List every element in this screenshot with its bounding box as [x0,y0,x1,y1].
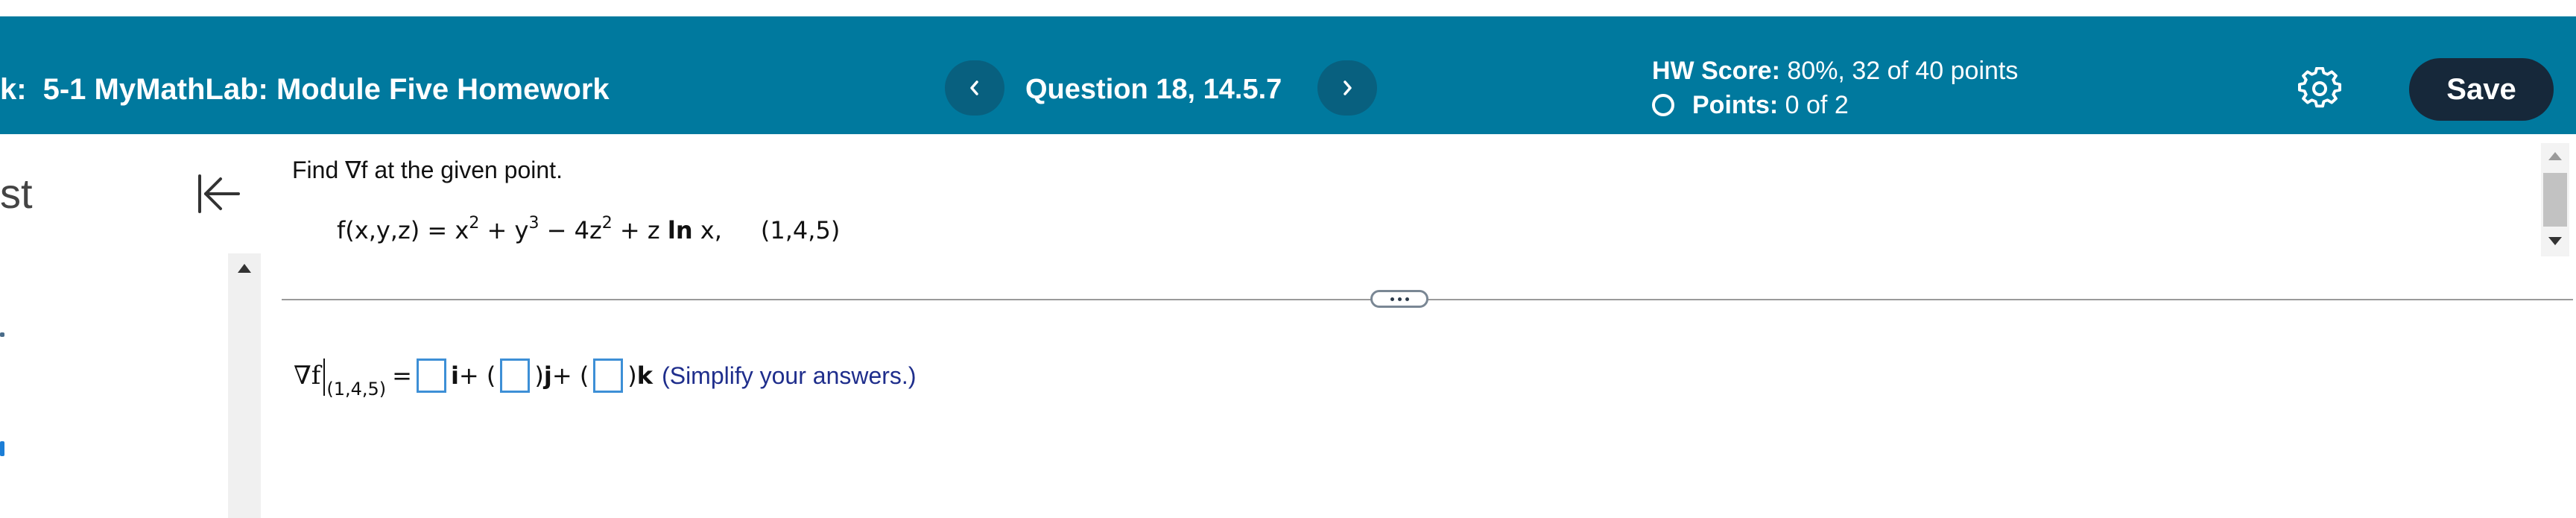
assignment-title: k: 5-1 MyMathLab: Module Five Homework [0,72,610,107]
next-question-button[interactable] [1317,60,1377,116]
left-panel-marker [0,332,4,337]
function-exponent: 2 [601,214,613,233]
save-button[interactable]: Save [2409,58,2554,121]
function-expression: f(x,y,z) = x2 + y3 − 4z2 + z ln x, (1,4,5… [337,214,840,247]
resize-handle[interactable] [1370,290,1428,308]
function-exponent: 2 [469,214,480,233]
question-label: Question 18, 14.5.7 [1025,74,1282,105]
scroll-up-arrow-icon[interactable] [238,264,251,273]
function-ln: ln [667,216,693,244]
j-component-input[interactable] [500,359,531,393]
question-points: Points: 0 of 2 [1652,89,1849,121]
points-value: 0 of 2 [1785,91,1849,119]
chevron-left-icon [970,80,978,95]
left-panel-scrollbar[interactable] [228,253,261,518]
function-part: + y [479,216,529,244]
function-part: − 4z [539,216,602,244]
settings-button[interactable] [2298,66,2341,110]
given-point: (1,4,5) [760,216,841,244]
i-component-input[interactable] [416,359,446,393]
scroll-down-arrow-icon[interactable] [2548,237,2562,245]
left-panel-text-fragment: st [0,170,33,217]
assignment-header: k: 5-1 MyMathLab: Module Five Homework Qu… [0,16,2576,134]
evaluation-bar [323,359,326,396]
collapse-left-icon [198,174,240,213]
unit-vector-i: i [450,361,459,390]
function-part: + z [612,216,668,244]
answer-row: ∇f (1,4,5) = i + ( ) j + ( ) k (Simplify… [294,353,917,399]
ellipsis-dot [1405,297,1409,301]
ellipsis-dot [1390,297,1394,301]
hw-score-label: HW Score: [1652,57,1780,85]
scroll-thumb[interactable] [2543,173,2567,227]
unit-vector-j: j [543,361,552,390]
ellipsis-dot [1397,297,1402,301]
unit-vector-k: k [636,361,654,390]
empty-circle-icon [1652,94,1674,116]
gradient-symbol: ∇f [294,361,321,391]
assignment-title-text: 5-1 MyMathLab: Module Five Homework [42,73,610,106]
gear-icon [2298,66,2341,108]
left-panel-marker [0,441,4,456]
scroll-up-arrow-icon[interactable] [2548,152,2562,160]
simplify-hint: (Simplify your answers.) [662,361,917,389]
assignment-title-prefix: k: [0,73,27,106]
collapse-panel-button[interactable] [195,173,241,215]
close-paren: ) [627,361,637,390]
plus-open-paren: + ( [458,361,496,390]
function-part: x, [692,216,722,244]
equals-sign: = [392,361,412,390]
hw-score: HW Score: 80%, 32 of 40 points [1652,55,2018,86]
question-scrollbar[interactable] [2541,143,2569,256]
k-component-input[interactable] [593,359,624,393]
close-paren: ) [534,361,544,390]
function-exponent: 3 [528,214,539,233]
plus-open-paren: + ( [551,361,589,390]
top-strip [0,0,2576,16]
previous-question-button[interactable] [945,60,1004,116]
question-prompt: Find ∇f at the given point. [292,157,563,183]
hw-score-value: 80%, 32 of 40 points [1787,57,2019,85]
points-label: Points: [1692,91,1779,119]
function-part: f(x,y,z) = x [337,216,469,244]
chevron-right-icon [1344,80,1352,95]
evaluation-point-subscript: (1,4,5) [326,379,387,399]
